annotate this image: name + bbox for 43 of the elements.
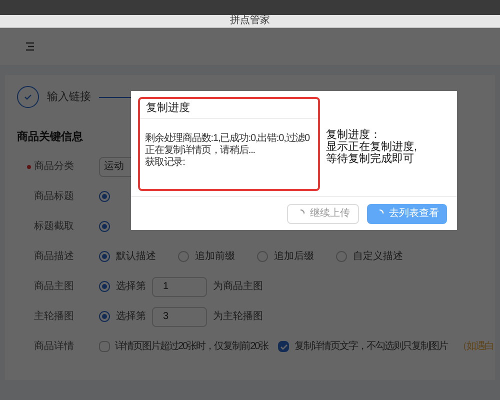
radio-button[interactable] bbox=[99, 191, 110, 202]
menu-icon[interactable] bbox=[25, 42, 35, 51]
radio-button[interactable] bbox=[99, 221, 110, 232]
radio-label: 选择第 bbox=[116, 310, 146, 324]
progress-text: 剩余处理商品数:1,已成功:0,出错:0,过滤0 bbox=[145, 133, 311, 144]
step-label: 输入链接 bbox=[47, 90, 91, 105]
dialog-title: 复制进度 bbox=[140, 99, 318, 119]
radio-button[interactable] bbox=[336, 251, 347, 262]
field-label: 商品分类 bbox=[34, 160, 74, 174]
field-label: 标题截取 bbox=[34, 220, 74, 234]
annotation-text: 等待复制完成即可 bbox=[326, 153, 414, 165]
radio-button[interactable] bbox=[99, 281, 110, 292]
radio-label: 默认描述 bbox=[116, 250, 156, 264]
number-field[interactable]: 1 bbox=[152, 276, 207, 296]
radio-label: 追加后缀 bbox=[274, 250, 314, 264]
field-label: 商品详情 bbox=[34, 340, 74, 354]
window-title: 拼点管家 bbox=[230, 16, 270, 26]
annotation-text: 显示正在复制进度, bbox=[326, 141, 418, 153]
radio-button[interactable] bbox=[257, 251, 268, 262]
field-label: 主轮播图 bbox=[34, 310, 74, 324]
secondary-button[interactable]: 继续上传 bbox=[287, 204, 359, 224]
checkbox[interactable] bbox=[278, 341, 290, 352]
field-suffix: 为商品主图 bbox=[213, 280, 263, 294]
radio-button[interactable] bbox=[99, 251, 110, 262]
radio-button[interactable] bbox=[178, 251, 189, 262]
step-check-icon bbox=[17, 86, 39, 108]
checkbox-label: 复制详情页文字，不勾选则只复制图片 bbox=[294, 340, 448, 354]
radio-label: 选择第 bbox=[116, 280, 146, 294]
section-title: 商品关键信息 bbox=[17, 130, 83, 145]
checkbox-label: 详情页图片超过20张时，仅复制前20张 bbox=[115, 340, 268, 354]
field-suffix: 为主轮播图 bbox=[213, 310, 263, 324]
annotation-text: 复制进度： bbox=[326, 129, 381, 141]
radio-label: 自定义描述 bbox=[353, 250, 403, 264]
radio-button[interactable] bbox=[99, 311, 110, 322]
note-text: （如遇白 bbox=[457, 340, 494, 354]
primary-button[interactable]: 去列表查看 bbox=[367, 204, 447, 224]
field-label: 商品标题 bbox=[34, 190, 74, 204]
progress-text: 正在复制详情页，请稍后... bbox=[145, 145, 256, 156]
checkbox[interactable] bbox=[99, 341, 110, 352]
radio-label: 追加前缀 bbox=[195, 250, 235, 264]
field-label: 商品描述 bbox=[34, 250, 74, 264]
number-field[interactable]: 3 bbox=[152, 306, 207, 326]
field-label: 商品主图 bbox=[34, 280, 74, 294]
